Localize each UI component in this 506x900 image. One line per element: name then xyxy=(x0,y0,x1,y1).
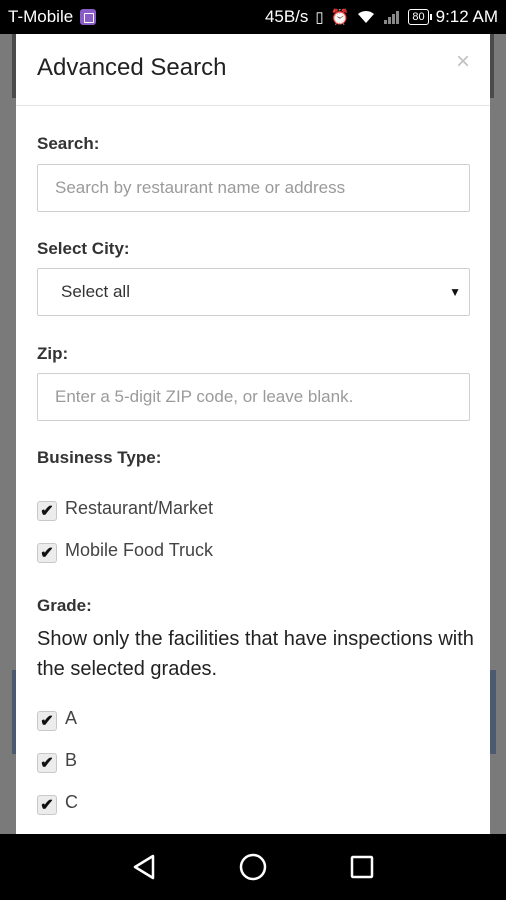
business-type-option-restaurant[interactable]: ✔ Restaurant/Market xyxy=(37,495,213,521)
checkbox-checked-icon[interactable]: ✔ xyxy=(37,501,57,521)
alarm-icon: ⏰ xyxy=(330,8,350,26)
option-label: Mobile Food Truck xyxy=(65,539,214,560)
advanced-search-modal: Advanced Search × Search: Select City: S… xyxy=(16,34,490,834)
grade-label: Grade: xyxy=(37,596,92,615)
navigation-bar xyxy=(0,834,506,900)
wifi-icon xyxy=(358,10,375,23)
checkbox-checked-icon[interactable]: ✔ xyxy=(37,753,57,773)
grade-option-c[interactable]: ✔ C xyxy=(37,789,78,815)
option-label: Restaurant/Market xyxy=(65,497,214,518)
checkbox-checked-icon[interactable]: ✔ xyxy=(37,543,57,563)
business-type-label: Business Type: xyxy=(37,448,162,467)
clock: 9:12 AM xyxy=(435,7,498,26)
modal-header: Advanced Search × xyxy=(16,34,490,106)
home-icon[interactable] xyxy=(231,845,275,889)
option-label: B xyxy=(65,749,78,770)
checkbox-checked-icon[interactable]: ✔ xyxy=(37,795,57,815)
city-label: Select City: xyxy=(37,239,130,258)
status-left: T-Mobile xyxy=(8,7,97,27)
status-right: 45B/s ▯ ⏰ 80 9:12 AM xyxy=(265,7,498,27)
option-label: C xyxy=(65,791,78,812)
search-input[interactable] xyxy=(37,164,470,212)
zip-label: Zip: xyxy=(37,344,69,363)
zip-input[interactable] xyxy=(37,373,470,421)
net-speed: 45B/s xyxy=(264,7,309,26)
checkbox-checked-icon[interactable]: ✔ xyxy=(37,711,57,731)
grade-option-a[interactable]: ✔ A xyxy=(37,705,77,731)
status-bar: T-Mobile 45B/s ▯ ⏰ 80 9:12 AM xyxy=(0,0,506,34)
vibrate-icon: ▯ xyxy=(315,8,324,26)
signal-icon xyxy=(384,11,400,24)
notification-icon xyxy=(80,9,97,25)
carrier-name: T-Mobile xyxy=(8,7,74,26)
caret-down-icon: ▼ xyxy=(449,285,461,299)
close-button[interactable]: × xyxy=(456,48,470,76)
search-label: Search: xyxy=(37,134,100,153)
back-icon[interactable] xyxy=(122,845,166,889)
city-select[interactable]: Select all ▼ xyxy=(37,268,470,316)
business-type-option-food-truck[interactable]: ✔ Mobile Food Truck xyxy=(37,537,213,563)
city-select-value: Select all xyxy=(61,282,130,301)
grade-description: Show only the facilities that have inspe… xyxy=(37,628,474,680)
option-label: A xyxy=(65,707,78,728)
battery-icon: 80 xyxy=(408,9,432,25)
grade-option-b[interactable]: ✔ B xyxy=(37,747,77,773)
modal-title: Advanced Search xyxy=(37,54,227,81)
recents-icon[interactable] xyxy=(340,845,384,889)
